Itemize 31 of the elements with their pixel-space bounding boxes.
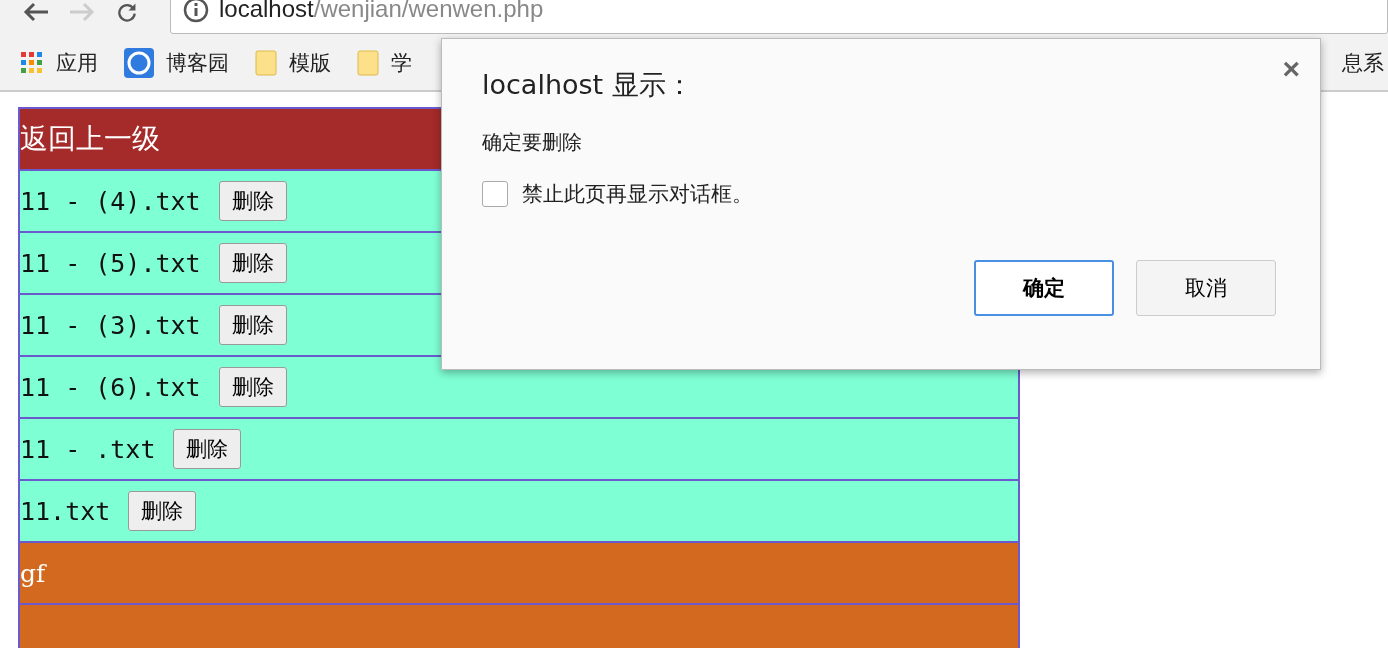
ok-button[interactable]: 确定 bbox=[974, 260, 1114, 316]
apps-icon[interactable] bbox=[20, 51, 44, 75]
bookmark-label[interactable]: 博客园 bbox=[166, 49, 229, 77]
info-icon[interactable] bbox=[183, 0, 209, 23]
delete-button[interactable]: 删除 bbox=[218, 367, 287, 407]
dialog-message: 确定要删除 bbox=[482, 129, 583, 156]
bookmark-label[interactable]: 学 bbox=[391, 49, 412, 77]
checkbox-label[interactable]: 禁止此页再显示对话框。 bbox=[522, 180, 753, 208]
back-link[interactable]: 返回上一级 bbox=[20, 120, 160, 158]
address-bar[interactable]: localhost/wenjian/wenwen.php bbox=[170, 0, 1388, 34]
file-name: 11 - (4).txt bbox=[20, 186, 201, 216]
file-name: 11.txt bbox=[20, 496, 111, 526]
file-name: 11 - .txt bbox=[20, 434, 156, 464]
bookmark-label[interactable]: 应用 bbox=[56, 49, 98, 77]
bookmark-label[interactable]: 模版 bbox=[289, 49, 331, 77]
delete-button[interactable]: 删除 bbox=[128, 491, 197, 531]
delete-button[interactable]: 删除 bbox=[173, 429, 242, 469]
cancel-button[interactable]: 取消 bbox=[1136, 260, 1276, 316]
bookmark-label[interactable]: 息系 bbox=[1342, 49, 1384, 77]
delete-button[interactable]: 删除 bbox=[218, 305, 287, 345]
file-name: 11 - (6).txt bbox=[20, 372, 201, 402]
back-icon[interactable] bbox=[22, 2, 50, 22]
dialog-title: localhost 显示： bbox=[482, 68, 694, 102]
file-name: 11 - (3).txt bbox=[20, 310, 201, 340]
folder-name[interactable]: gf bbox=[20, 558, 46, 588]
delete-button[interactable]: 删除 bbox=[218, 181, 287, 221]
delete-button[interactable]: 删除 bbox=[218, 243, 287, 283]
file-name: 11 - (5).txt bbox=[20, 248, 201, 278]
site-logo-icon[interactable] bbox=[124, 48, 154, 78]
close-button[interactable]: × bbox=[1276, 51, 1306, 87]
checkbox[interactable] bbox=[482, 181, 508, 207]
